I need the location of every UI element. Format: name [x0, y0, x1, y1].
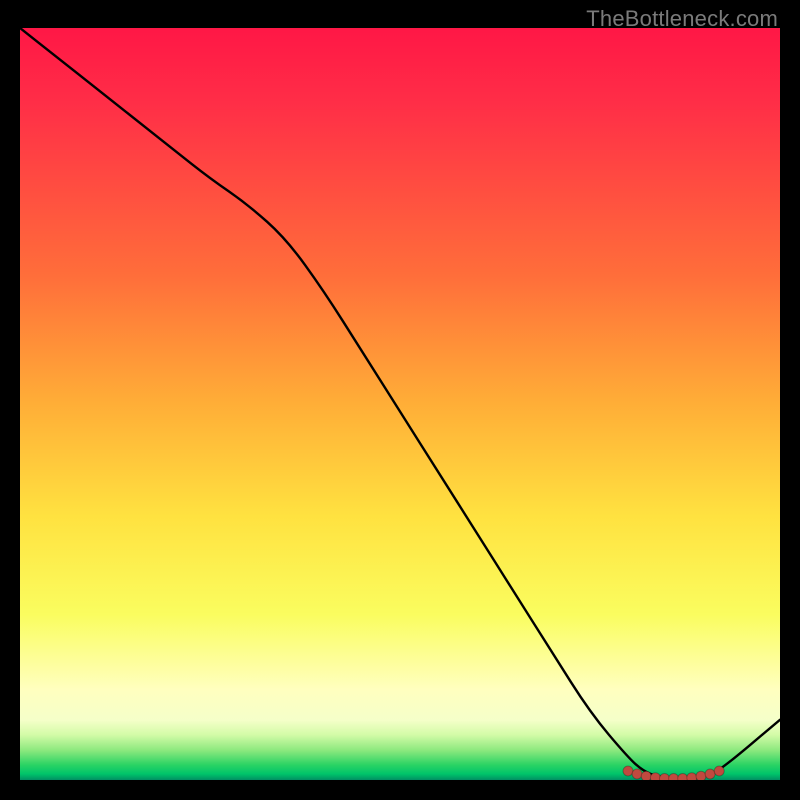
- plot-area: [20, 28, 780, 780]
- optimal-marker: [696, 771, 706, 780]
- bottleneck-curve-path: [20, 28, 780, 779]
- optimal-marker: [714, 766, 724, 776]
- optimal-zone-markers: [623, 766, 724, 780]
- optimal-marker: [687, 773, 697, 780]
- optimal-marker: [641, 771, 651, 780]
- optimal-marker: [660, 774, 670, 781]
- optimal-marker: [650, 773, 660, 780]
- chart-container: TheBottleneck.com: [0, 0, 800, 800]
- optimal-marker: [669, 774, 679, 781]
- optimal-marker: [632, 769, 642, 779]
- optimal-marker: [705, 769, 715, 779]
- bottleneck-curve-svg: [20, 28, 780, 780]
- optimal-marker: [678, 774, 688, 781]
- optimal-marker: [623, 766, 633, 776]
